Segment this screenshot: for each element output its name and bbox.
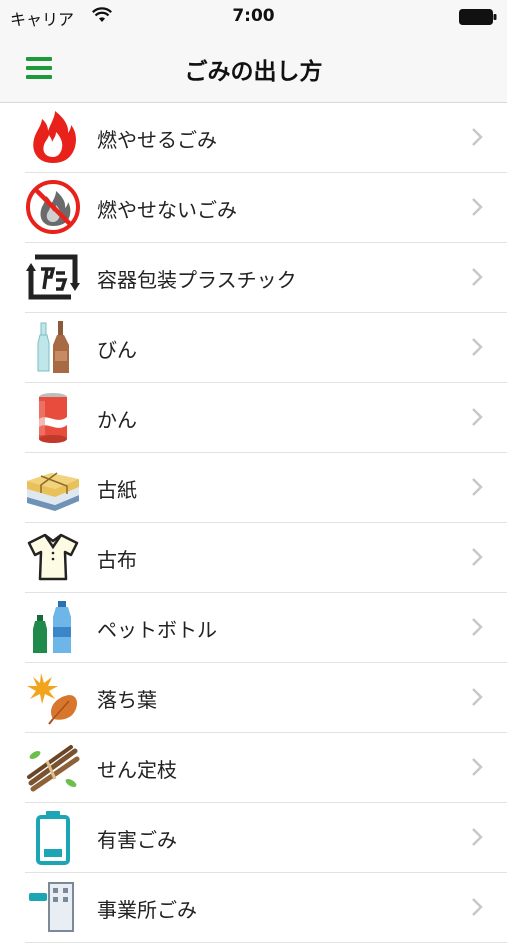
chevron-right-icon <box>471 407 483 431</box>
list-item-hazardous[interactable]: 有害ごみ <box>25 803 507 873</box>
battery-icon <box>25 809 81 865</box>
garbage-category-list: 燃やせるごみ 燃やせないごみ 容器包装プラスチック びん かん 古紙 古布 ペッ… <box>0 103 507 943</box>
list-item-non-burnable[interactable]: 燃やせないごみ <box>25 173 507 243</box>
paper-bundle-icon <box>25 459 81 515</box>
list-item-old-paper[interactable]: 古紙 <box>25 453 507 523</box>
chevron-right-icon <box>471 827 483 851</box>
list-item-plastic-packaging[interactable]: 容器包装プラスチック <box>25 243 507 313</box>
list-item-label: 燃やせるごみ <box>97 128 217 152</box>
shirt-icon <box>25 529 81 585</box>
list-item-label: 落ち葉 <box>97 688 157 712</box>
chevron-right-icon <box>471 897 483 921</box>
no-flame-icon <box>25 179 81 235</box>
list-item-bottles[interactable]: びん <box>25 313 507 383</box>
chevron-right-icon <box>471 197 483 221</box>
clock: 7:00 <box>232 6 275 26</box>
status-bar: キャリア 7:00 <box>0 0 507 34</box>
list-item-cans[interactable]: かん <box>25 383 507 453</box>
branches-icon <box>25 739 81 795</box>
plastic-recycle-icon <box>25 249 81 305</box>
list-item-label: 燃やせないごみ <box>97 198 237 222</box>
can-icon <box>25 389 81 445</box>
list-item-fallen-leaves[interactable]: 落ち葉 <box>25 663 507 733</box>
list-item-label: ペットボトル <box>97 618 217 642</box>
chevron-right-icon <box>471 477 483 501</box>
chevron-right-icon <box>471 127 483 151</box>
list-item-label: 事業所ごみ <box>97 898 197 922</box>
page-title: ごみの出し方 <box>184 59 323 85</box>
pet-bottle-icon <box>25 599 81 655</box>
list-item-business-waste[interactable]: 事業所ごみ <box>25 873 507 943</box>
bottles-icon <box>25 319 81 375</box>
list-item-pruned-branches[interactable]: せん定枝 <box>25 733 507 803</box>
list-item-label: びん <box>97 338 137 362</box>
office-building-icon <box>25 879 81 935</box>
chevron-right-icon <box>471 267 483 291</box>
chevron-right-icon <box>471 547 483 571</box>
list-item-label: せん定枝 <box>97 758 177 782</box>
list-item-label: かん <box>97 408 137 432</box>
chevron-right-icon <box>471 337 483 361</box>
list-item-label: 容器包装プラスチック <box>97 268 297 292</box>
battery-icon <box>459 9 497 29</box>
chevron-right-icon <box>471 757 483 781</box>
list-item-burnable[interactable]: 燃やせるごみ <box>25 103 507 173</box>
list-item-label: 古紙 <box>97 478 137 502</box>
list-item-label: 古布 <box>97 548 137 572</box>
chevron-right-icon <box>471 617 483 641</box>
chevron-right-icon <box>471 687 483 711</box>
list-item-label: 有害ごみ <box>97 828 177 852</box>
list-item-pet-bottles[interactable]: ペットボトル <box>25 593 507 663</box>
leaves-icon <box>25 669 81 725</box>
navigation-bar: ごみの出し方 <box>0 34 507 103</box>
list-item-old-cloth[interactable]: 古布 <box>25 523 507 593</box>
flame-icon <box>25 109 81 165</box>
